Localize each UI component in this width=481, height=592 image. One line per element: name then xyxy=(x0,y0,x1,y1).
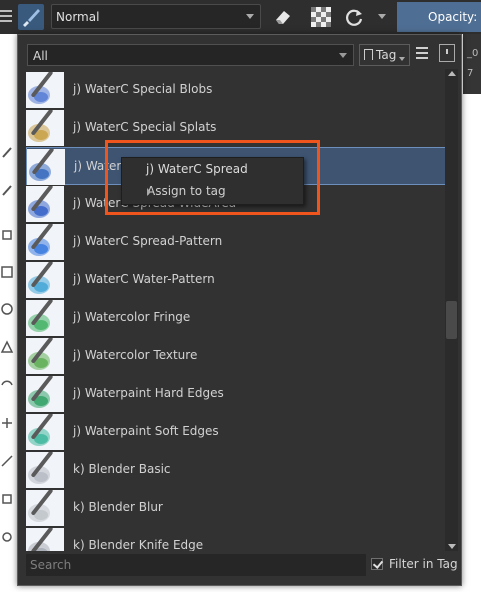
tag-button[interactable]: Tag xyxy=(359,44,410,66)
tool-icon[interactable] xyxy=(0,183,14,197)
brush-thumbnail-icon xyxy=(26,262,64,298)
brush-thumbnail-icon xyxy=(27,149,65,185)
background-panel: _0 7 xyxy=(463,34,481,94)
preset-row[interactable]: k) Blender Blur xyxy=(26,489,446,527)
tool-icon[interactable] xyxy=(0,416,14,430)
tag-button-label: Tag xyxy=(376,48,397,62)
filter-in-tag-label: Filter in Tag xyxy=(389,557,458,571)
brush-thumbnail-icon xyxy=(26,224,64,260)
eraser-icon[interactable] xyxy=(272,6,294,28)
preset-name: k) Blender Basic xyxy=(73,462,171,476)
brush-thumbnail-icon xyxy=(26,452,64,488)
preset-name: j) WaterC Spread-Pattern xyxy=(73,234,223,248)
popup-options-icon[interactable] xyxy=(439,44,455,62)
preset-name: j) WaterC Water-Pattern xyxy=(73,272,215,286)
chevron-down-icon xyxy=(246,14,254,19)
brush-thumbnail-icon xyxy=(26,72,64,108)
scroll-down-icon[interactable] xyxy=(448,544,456,549)
brush-thumbnail-icon xyxy=(26,528,64,551)
tool-icon[interactable] xyxy=(0,145,14,159)
reload-dropdown-icon[interactable] xyxy=(378,14,386,19)
background-text: _0 xyxy=(467,48,479,59)
brush-preset-popup: All Tag j) WaterC Special Blobs j) WaterC… xyxy=(17,34,462,586)
brush-icon xyxy=(23,9,40,27)
hamburger-icon[interactable] xyxy=(0,7,12,27)
preset-row[interactable]: k) Blender Basic xyxy=(26,451,446,489)
search-input[interactable] xyxy=(26,554,366,576)
scroll-up-icon[interactable] xyxy=(448,71,456,76)
preset-name: j) Watercolor Fringe xyxy=(73,310,191,324)
brush-thumbnail-icon xyxy=(26,414,64,450)
bookmark-icon xyxy=(364,49,373,60)
filter-in-tag-checkbox[interactable]: Filter in Tag xyxy=(371,557,458,571)
brush-thumbnail-icon xyxy=(26,338,64,374)
brush-thumbnail-icon xyxy=(26,376,64,412)
preset-row[interactable]: j) Watercolor Fringe xyxy=(26,299,446,337)
preset-row[interactable]: j) WaterC Special Blobs xyxy=(26,71,446,109)
tool-icon[interactable] xyxy=(0,340,14,354)
tool-icon[interactable] xyxy=(0,228,14,242)
preset-name: j) WaterC Special Splats xyxy=(73,120,217,134)
preset-name: j) WaterC Special Blobs xyxy=(73,82,213,96)
preset-name: j) Watercolor Texture xyxy=(73,348,198,362)
brush-preset-button[interactable] xyxy=(18,4,44,30)
preset-row[interactable]: j) WaterC Water-Pattern xyxy=(26,261,446,299)
tool-icon[interactable] xyxy=(0,454,14,468)
list-view-icon[interactable] xyxy=(416,47,428,61)
brush-thumbnail-icon xyxy=(26,110,64,146)
tool-icon[interactable] xyxy=(0,378,14,392)
annotation-highlight-box xyxy=(105,140,320,215)
preset-list-scrollbar[interactable] xyxy=(445,69,458,551)
preset-row[interactable]: j) Watercolor Texture xyxy=(26,337,446,375)
brush-thumbnail-icon xyxy=(26,300,64,336)
blend-mode-value: Normal xyxy=(56,10,100,24)
background-text: 7 xyxy=(467,68,474,79)
blend-mode-select[interactable]: Normal xyxy=(51,4,261,29)
chevron-down-icon xyxy=(399,57,405,61)
chevron-down-icon xyxy=(339,53,347,58)
preset-name: j) Waterpaint Hard Edges xyxy=(73,386,224,400)
tag-filter-select[interactable]: All xyxy=(27,44,354,66)
tag-filter-value: All xyxy=(33,49,48,63)
preset-name: k) Blender Blur xyxy=(73,500,163,514)
checkbox-checked-icon[interactable] xyxy=(371,558,383,570)
preset-name: j) Waterpaint Soft Edges xyxy=(73,424,219,438)
preset-row[interactable]: j) Waterpaint Hard Edges xyxy=(26,375,446,413)
tool-icon[interactable] xyxy=(0,265,14,279)
preset-row[interactable]: j) WaterC Spread-Pattern xyxy=(26,223,446,261)
opacity-slider[interactable]: Opacity: 1 xyxy=(397,2,481,32)
reload-icon[interactable] xyxy=(343,6,365,28)
preset-name: k) Blender Knife Edge xyxy=(73,538,204,551)
tool-icon[interactable] xyxy=(0,530,14,544)
preset-row[interactable]: j) Waterpaint Soft Edges xyxy=(26,413,446,451)
preset-row[interactable]: k) Blender Knife Edge xyxy=(26,527,446,551)
brush-thumbnail-icon xyxy=(26,490,64,526)
alpha-lock-icon[interactable] xyxy=(310,6,332,28)
top-toolbar: Normal Opacity: 1 xyxy=(0,0,481,34)
tool-icon[interactable] xyxy=(0,302,14,316)
brush-thumbnail-icon xyxy=(26,186,64,222)
tool-icon[interactable] xyxy=(0,492,14,506)
scrollbar-thumb[interactable] xyxy=(446,301,457,339)
